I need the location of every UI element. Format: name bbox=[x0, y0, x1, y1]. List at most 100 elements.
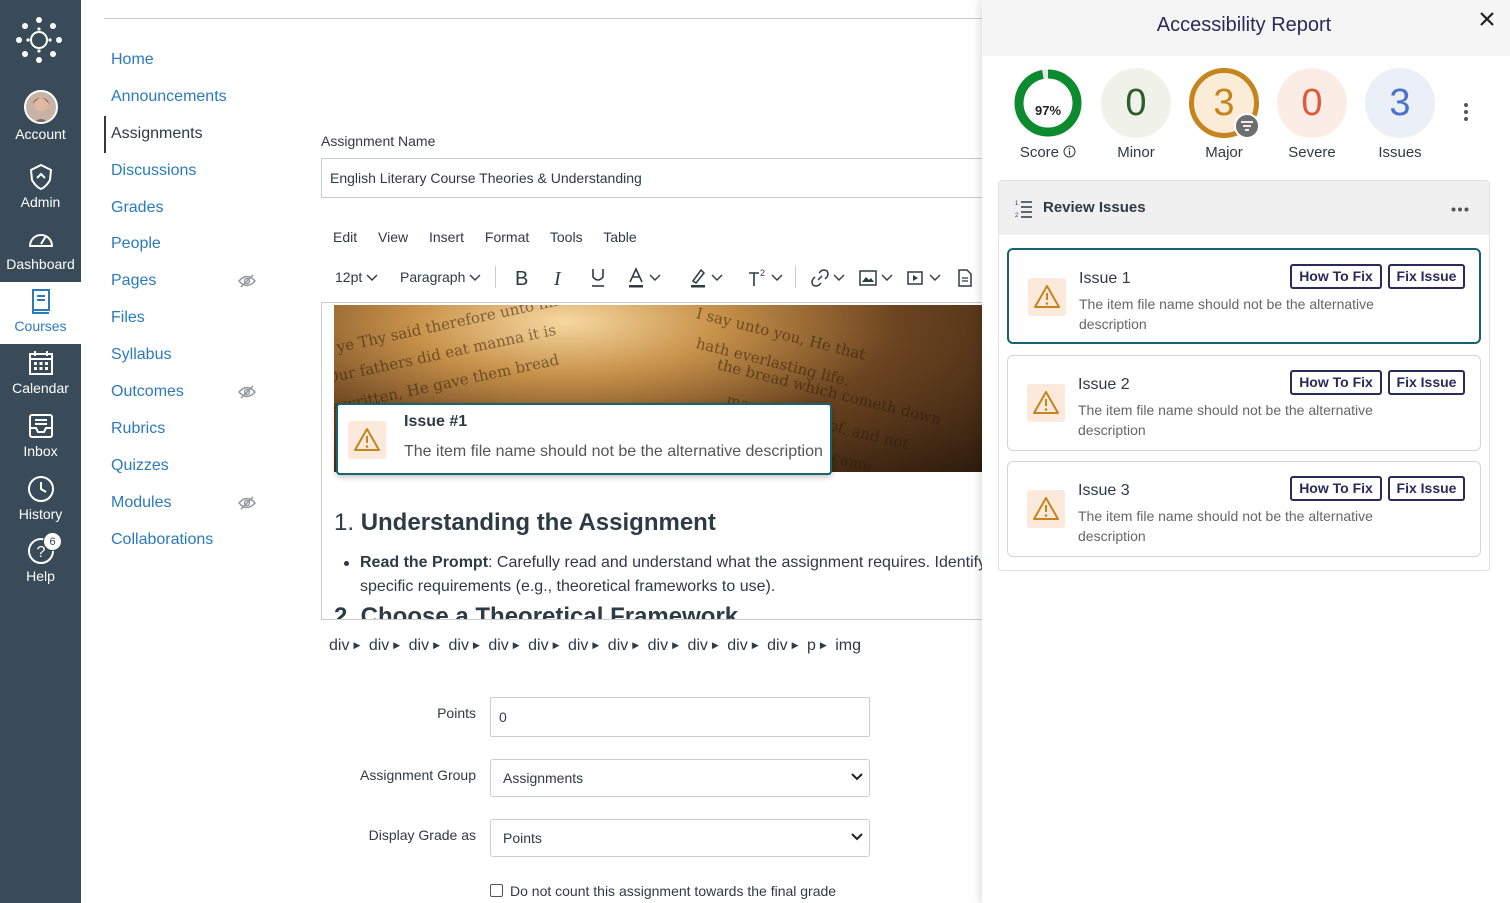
path-item[interactable]: div bbox=[648, 637, 668, 654]
course-nav-rubrics[interactable]: Rubrics bbox=[104, 411, 274, 448]
issue-card[interactable]: Issue 2 The item file name should not be… bbox=[1007, 355, 1481, 451]
block-format-dropdown[interactable]: Paragraph bbox=[400, 262, 481, 292]
superscript-button[interactable]: 2 bbox=[747, 262, 783, 292]
text-color-button[interactable] bbox=[627, 262, 661, 292]
path-item[interactable]: div bbox=[568, 637, 588, 654]
points-input[interactable]: 0 bbox=[490, 697, 870, 737]
underline-button[interactable] bbox=[589, 262, 607, 292]
path-item[interactable]: p bbox=[807, 637, 816, 654]
nav-admin[interactable]: Admin bbox=[0, 162, 81, 224]
course-nav-modules[interactable]: Modules bbox=[104, 485, 274, 522]
close-icon[interactable] bbox=[1478, 10, 1496, 28]
chevron-down-icon bbox=[833, 274, 845, 282]
exclude-grade-checkbox[interactable] bbox=[490, 884, 503, 897]
major-stat[interactable]: 3 Major bbox=[1188, 68, 1260, 161]
triangle-right-icon: ▶ bbox=[632, 640, 640, 651]
highlight-button[interactable] bbox=[689, 262, 723, 292]
toolbar-separator bbox=[795, 266, 796, 288]
fix-issue-button[interactable]: Fix Issue bbox=[1388, 370, 1465, 395]
media-button[interactable] bbox=[907, 262, 941, 292]
info-icon[interactable] bbox=[1063, 145, 1076, 158]
app-root: Account Admin Dashboard Courses Calendar… bbox=[0, 0, 1510, 903]
course-nav-grades[interactable]: Grades bbox=[104, 190, 274, 227]
severe-stat[interactable]: 0 Severe bbox=[1276, 68, 1348, 161]
chevron-down-icon bbox=[851, 833, 863, 841]
menu-table[interactable]: Table bbox=[603, 229, 636, 245]
image-button[interactable] bbox=[859, 262, 893, 292]
bold-button[interactable]: B bbox=[513, 262, 531, 292]
filter-icon[interactable] bbox=[1234, 113, 1260, 139]
course-nav-quizzes[interactable]: Quizzes bbox=[104, 448, 274, 485]
assignment-name-input[interactable]: English Literary Course Theories & Under… bbox=[321, 158, 1001, 198]
nav-calendar[interactable]: Calendar bbox=[0, 348, 81, 410]
italic-button[interactable]: I bbox=[551, 262, 567, 292]
course-nav-label: Quizzes bbox=[111, 456, 169, 474]
path-item[interactable]: div bbox=[448, 637, 468, 654]
issue-card[interactable]: Issue 3 The item file name should not be… bbox=[1007, 461, 1481, 557]
triangle-right-icon: ▶ bbox=[512, 640, 520, 651]
course-nav-label: Assignments bbox=[111, 124, 203, 142]
triangle-right-icon: ▶ bbox=[751, 640, 759, 651]
how-to-fix-button[interactable]: How To Fix bbox=[1290, 370, 1382, 395]
path-item[interactable]: div bbox=[369, 637, 389, 654]
triangle-right-icon: ▶ bbox=[592, 640, 600, 651]
eye-slash-icon bbox=[238, 274, 256, 288]
path-item[interactable]: div bbox=[687, 637, 707, 654]
canvas-logo-icon[interactable] bbox=[16, 17, 62, 63]
issue-card[interactable]: Issue 1 The item file name should not be… bbox=[1007, 248, 1481, 344]
issue-popover-title: Issue #1 bbox=[404, 413, 468, 430]
link-button[interactable] bbox=[811, 262, 845, 292]
course-nav-syllabus[interactable]: Syllabus bbox=[104, 337, 274, 374]
nav-dashboard[interactable]: Dashboard bbox=[0, 224, 81, 286]
fix-issue-button[interactable]: Fix Issue bbox=[1388, 264, 1465, 289]
assignment-group-select[interactable]: Assignments bbox=[490, 759, 870, 797]
issue-card-desc: The item file name should not be the alt… bbox=[1078, 508, 1373, 544]
menu-insert[interactable]: Insert bbox=[429, 229, 464, 245]
issues-stat[interactable]: 3 Issues bbox=[1364, 68, 1436, 161]
clock-icon bbox=[27, 476, 54, 502]
how-to-fix-button[interactable]: How To Fix bbox=[1290, 476, 1382, 501]
path-item[interactable]: img bbox=[835, 637, 861, 654]
severe-value: 0 bbox=[1301, 82, 1323, 124]
menu-edit[interactable]: Edit bbox=[333, 229, 357, 245]
path-item[interactable]: div bbox=[528, 637, 548, 654]
course-nav-home[interactable]: Home bbox=[104, 42, 274, 79]
more-horizontal-icon[interactable] bbox=[1451, 207, 1469, 212]
points-label: Points bbox=[437, 705, 476, 721]
path-item[interactable]: div bbox=[409, 637, 429, 654]
menu-view[interactable]: View bbox=[378, 229, 408, 245]
document-button[interactable] bbox=[957, 262, 973, 292]
menu-format[interactable]: Format bbox=[485, 229, 529, 245]
path-item[interactable]: div bbox=[488, 637, 508, 654]
nav-inbox[interactable]: Inbox bbox=[0, 411, 81, 473]
score-stat[interactable]: 97% Score bbox=[1012, 68, 1084, 161]
course-nav-people[interactable]: People bbox=[104, 226, 274, 263]
rich-text-editor[interactable]: ye Thy said therefore unto him, So Our f… bbox=[321, 302, 983, 620]
link-icon bbox=[811, 269, 829, 288]
course-nav-pages[interactable]: Pages bbox=[104, 263, 274, 300]
font-size-dropdown[interactable]: 12pt bbox=[335, 262, 378, 292]
course-nav-files[interactable]: Files bbox=[104, 300, 274, 337]
path-item[interactable]: div bbox=[608, 637, 628, 654]
nav-history[interactable]: History bbox=[0, 474, 81, 536]
course-nav-collaborations[interactable]: Collaborations bbox=[104, 522, 274, 559]
how-to-fix-button[interactable]: How To Fix bbox=[1290, 264, 1382, 289]
nav-help[interactable]: ? 6 Help bbox=[0, 532, 81, 598]
course-nav-outcomes[interactable]: Outcomes bbox=[104, 374, 274, 411]
path-item[interactable]: div bbox=[727, 637, 747, 654]
warning-badge bbox=[1027, 490, 1065, 528]
path-item[interactable]: div bbox=[767, 637, 787, 654]
course-nav-announcements[interactable]: Announcements bbox=[104, 79, 274, 116]
minor-stat[interactable]: 0 Minor bbox=[1100, 68, 1172, 161]
course-nav-discussions[interactable]: Discussions bbox=[104, 153, 274, 190]
review-issues-header[interactable]: 12 Review Issues bbox=[999, 181, 1489, 235]
nav-courses[interactable]: Courses bbox=[0, 282, 81, 344]
path-item[interactable]: div bbox=[329, 637, 349, 654]
more-options-icon[interactable] bbox=[1462, 102, 1470, 122]
fix-issue-button[interactable]: Fix Issue bbox=[1388, 476, 1465, 501]
menu-tools[interactable]: Tools bbox=[550, 229, 583, 245]
nav-account[interactable]: Account bbox=[0, 90, 81, 152]
display-grade-select[interactable]: Points bbox=[490, 819, 870, 857]
course-nav-assignments[interactable]: Assignments bbox=[104, 115, 274, 153]
triangle-right-icon: ▶ bbox=[819, 640, 827, 651]
